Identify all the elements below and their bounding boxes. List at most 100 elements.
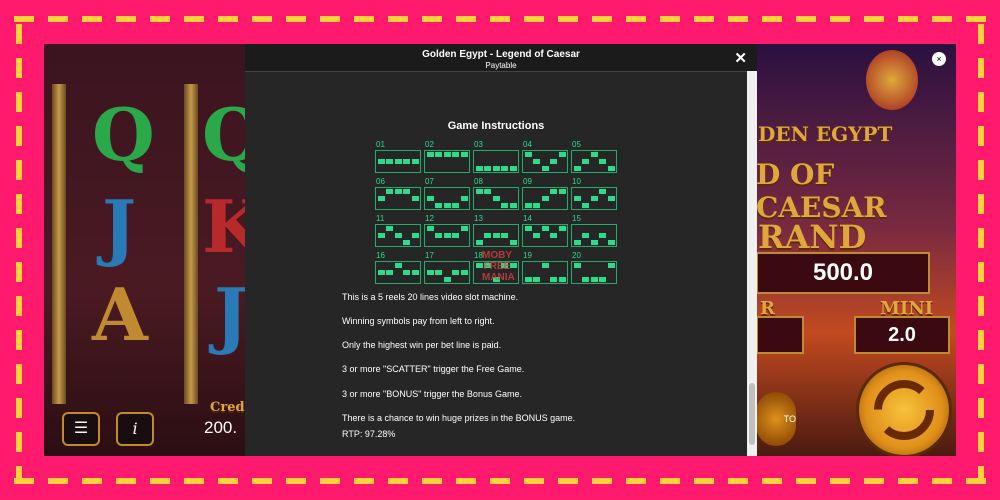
- payline-cell: [378, 232, 385, 238]
- menu-icon: ☰: [73, 420, 89, 437]
- payline-number: 09: [523, 177, 532, 186]
- spin-button[interactable]: [856, 362, 952, 456]
- payline-cell: [427, 195, 434, 201]
- payline-number: 17: [425, 251, 434, 260]
- payline-cell: [509, 239, 517, 245]
- payline-cell: [427, 152, 434, 157]
- payline-09: 09: [522, 177, 568, 210]
- payline-cell: [411, 158, 419, 164]
- auto-label: TO: [783, 414, 796, 424]
- grand-value: 500.0: [812, 259, 874, 286]
- modal-header: Golden Egypt - Legend of Caesar Paytable…: [245, 44, 757, 72]
- payline-cell: [541, 165, 549, 171]
- payline-cell: [509, 202, 517, 208]
- payline-cell: [582, 202, 590, 208]
- payline-cell: [394, 158, 402, 164]
- emblem-icon: [866, 50, 918, 110]
- payline-cell: [403, 189, 411, 194]
- payline-cell: [484, 165, 492, 171]
- instruction-text: This is a 5 reels 20 lines video slot ma…: [342, 292, 519, 302]
- payline-cell: [460, 269, 468, 275]
- instruction-text: 3 or more "SCATTER" trigger the Free Gam…: [342, 364, 525, 374]
- info-button[interactable]: i: [116, 412, 154, 446]
- payline-cell: [435, 152, 443, 157]
- payline-cell: [484, 189, 492, 194]
- payline-cell: [599, 232, 607, 238]
- payline-cell: [590, 195, 598, 201]
- auto-button[interactable]: TO: [756, 392, 796, 446]
- payline-number: 04: [523, 140, 532, 149]
- credit-value: 200.: [204, 418, 238, 437]
- reel-symbol: A: [92, 272, 148, 357]
- payline-19: 19: [522, 251, 568, 284]
- payline-number: 06: [376, 177, 385, 186]
- payline-cell: [501, 165, 509, 171]
- payline-number: 20: [572, 251, 581, 260]
- payline-cell: [443, 276, 451, 282]
- payline-10: 10: [571, 177, 617, 210]
- rtp-text: RTP: 97.28%: [342, 429, 396, 439]
- payline-cell: [574, 195, 581, 201]
- payline-06: 06: [375, 177, 421, 210]
- instruction-text: Winning symbols pay from left to right.: [342, 316, 495, 326]
- payline-number: 15: [572, 214, 581, 223]
- mini-value: 2.0: [888, 324, 916, 346]
- payline-cell: [452, 269, 460, 275]
- payline-cell: [607, 165, 615, 171]
- payline-11: 11: [375, 214, 421, 247]
- close-button[interactable]: ✕: [734, 49, 747, 67]
- payline-cell: [574, 165, 581, 171]
- payline-pattern: [424, 187, 470, 210]
- payline-cell: [492, 165, 500, 171]
- watermark-line: FREE: [483, 261, 511, 272]
- payline-pattern: [424, 150, 470, 173]
- payline-cell: [411, 195, 419, 201]
- close-icon[interactable]: ×: [932, 52, 946, 66]
- payline-cell: [525, 202, 532, 208]
- payline-cell: [484, 232, 492, 238]
- payline-17: 17: [424, 251, 470, 284]
- payline-cell: [403, 239, 411, 245]
- payline-cell: [599, 158, 607, 164]
- payline-cell: [435, 269, 443, 275]
- payline-cell: [541, 195, 549, 201]
- menu-button[interactable]: ☰: [62, 412, 100, 446]
- payline-cell: [386, 189, 394, 194]
- instructions-heading: Game Instructions: [447, 120, 545, 132]
- minor-value-box: [756, 316, 804, 354]
- payline-number: 01: [376, 140, 385, 149]
- payline-14: 14: [522, 214, 568, 247]
- reel-symbol: Q: [92, 92, 155, 177]
- watermark-line: MANIA: [482, 272, 515, 283]
- info-icon: i: [132, 419, 138, 438]
- payline-cell: [550, 189, 558, 194]
- payline-pattern: [424, 224, 470, 247]
- payline-cell: [492, 195, 500, 201]
- payline-cell: [443, 232, 451, 238]
- scrollbar[interactable]: [747, 71, 757, 456]
- modal-title: Golden Egypt - Legend of Caesar: [422, 49, 580, 60]
- payline-number: 07: [425, 177, 434, 186]
- payline-cell: [533, 158, 541, 164]
- payline-cell: [476, 239, 483, 245]
- payline-cell: [590, 239, 598, 245]
- payline-cell: [607, 263, 615, 268]
- payline-number: 02: [425, 140, 434, 149]
- payline-cell: [550, 232, 558, 238]
- payline-cell: [460, 226, 468, 231]
- payline-12: 12: [424, 214, 470, 247]
- scrollbar-thumb[interactable]: [749, 383, 755, 445]
- payline-number: 19: [523, 251, 532, 260]
- payline-cell: [427, 269, 434, 275]
- payline-03: 03: [473, 140, 519, 173]
- payline-16: 16: [375, 251, 421, 284]
- payline-pattern: [473, 224, 519, 247]
- pillar: [52, 84, 66, 404]
- payline-cell: [394, 189, 402, 194]
- payline-13: 13: [473, 214, 519, 247]
- payline-cell: [582, 276, 590, 282]
- payline-05: 05: [571, 140, 617, 173]
- payline-number: 12: [425, 214, 434, 223]
- mini-value-box: 2.0: [854, 316, 950, 354]
- payline-cell: [476, 189, 483, 194]
